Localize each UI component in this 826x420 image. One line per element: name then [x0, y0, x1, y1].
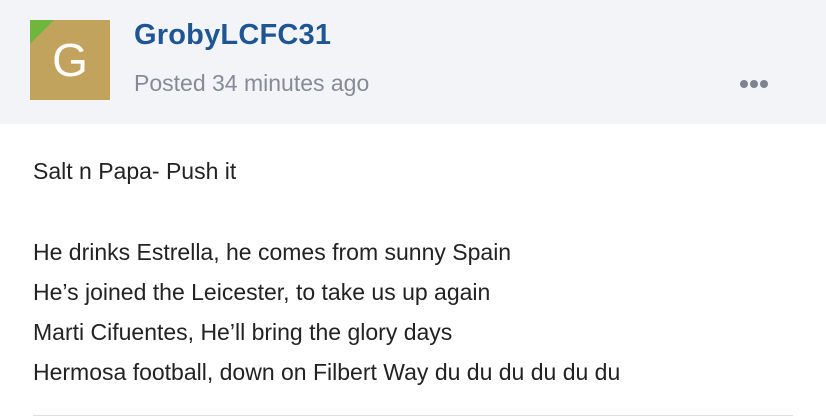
post-line: Marti Cifuentes, He’ll bring the glory d…	[33, 319, 453, 345]
post-timestamp: Posted 34 minutes ago	[134, 70, 370, 96]
online-indicator-flag	[30, 20, 54, 44]
more-dots-icon-dot-2	[750, 80, 758, 88]
more-options-button[interactable]	[734, 70, 774, 98]
avatar[interactable]: G	[30, 20, 110, 100]
post-header: G GrobyLCFC31 Posted 34 minutes ago	[0, 0, 826, 124]
post-body: Salt n Papa- Push it He drinks Estrella,…	[33, 151, 793, 392]
post-line-title: Salt n Papa- Push it	[33, 158, 237, 184]
post-line: He’s joined the Leicester, to take us up…	[33, 279, 491, 305]
more-dots-icon	[740, 80, 748, 88]
post-line: Hermosa football, down on Filbert Way du…	[33, 359, 621, 385]
post-line: He drinks Estrella, he comes from sunny …	[33, 239, 512, 265]
post-divider	[33, 415, 793, 416]
author-name-link[interactable]: GrobyLCFC31	[134, 19, 331, 52]
avatar-letter: G	[52, 34, 88, 86]
more-dots-icon-dot-3	[760, 80, 768, 88]
